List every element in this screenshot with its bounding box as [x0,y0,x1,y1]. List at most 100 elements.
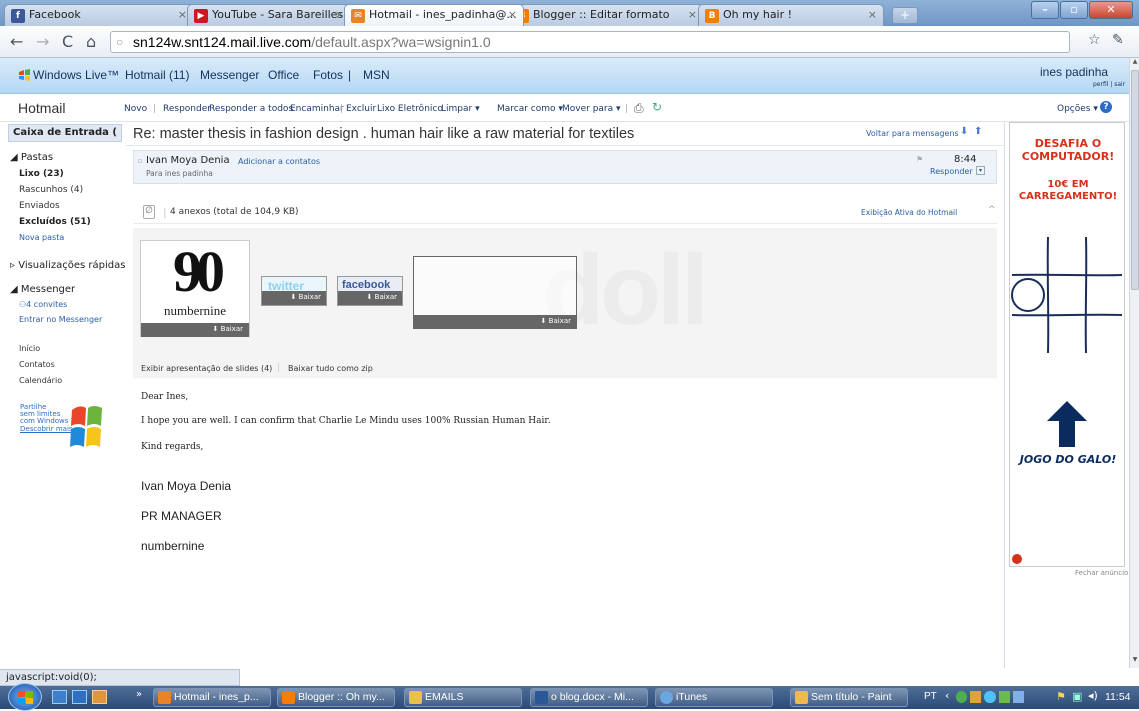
expand-icon[interactable]: ▫ [138,157,143,165]
move-to-menu[interactable]: Mover para ▾ [562,104,621,114]
address-bar[interactable]: ○ sn124w.snt124.mail.live.com/default.as… [110,31,1070,53]
junk-button[interactable]: Lixo Eletrônico [377,104,443,114]
close-icon[interactable]: × [868,8,877,21]
tab-youtube[interactable]: ▶ YouTube - Sara Bareilles ... × [187,4,351,26]
nav-fotos[interactable]: Fotos [313,68,343,82]
reply-dropdown-icon[interactable]: ▾ [976,166,985,175]
new-tab-button[interactable]: + [892,7,918,24]
mark-as-menu[interactable]: Marcar como ▾ [497,104,563,114]
link-home[interactable]: Início [19,344,40,353]
task-paint[interactable]: Sem título - Paint [790,688,908,707]
clean-menu[interactable]: Limpar ▾ [441,104,480,114]
tab-blogger-editar[interactable]: B Blogger :: Editar formato × [508,4,704,26]
tray-icon[interactable] [970,691,982,703]
options-menu[interactable]: Opções ▾ [1057,104,1098,114]
download-button[interactable]: ⬇ Baixar [338,291,402,305]
profile-links[interactable]: perfil | sair [1093,81,1125,88]
media-player-icon[interactable] [92,690,107,704]
clock[interactable]: 11:54 [1105,691,1131,703]
forward-button[interactable]: Encaminhar [290,104,344,114]
link-calendar[interactable]: Calendário [19,376,62,385]
tray-icon[interactable] [984,691,996,703]
task-hotmail[interactable]: Hotmail - ines_p... [153,688,271,707]
overflow-icon[interactable]: » [136,689,142,700]
tray-icon[interactable] [998,691,1010,703]
messenger-header[interactable]: ◢ Messenger [10,284,75,295]
sender-name[interactable]: Ivan Moya Denia [146,155,230,166]
attachment-numbernine[interactable]: 90 numbernine ⬇ Baixar [140,240,250,337]
close-icon[interactable]: × [335,8,344,21]
language-indicator[interactable]: PT [924,691,937,702]
nav-msn[interactable]: MSN [363,68,390,82]
close-ad-link[interactable]: Fechar anúncio [1075,569,1128,577]
print-icon[interactable]: ⎙ [634,101,644,116]
start-button[interactable] [8,683,42,711]
folders-header[interactable]: ◢ Pastas [10,152,53,163]
download-button[interactable]: ⬇ Baixar [141,323,249,337]
refresh-icon[interactable]: ↻ [652,100,662,114]
tray-expand-icon[interactable]: ‹ [945,689,949,702]
new-button[interactable]: Novo [124,104,147,114]
ad-info-icon[interactable] [1012,554,1022,564]
close-icon[interactable]: × [178,8,187,21]
tab-hotmail[interactable]: ✉ Hotmail - ines_padinha@... × [344,4,524,26]
page-scrollbar[interactable]: ▲ ▼ [1129,58,1139,668]
folder-deleted[interactable]: Excluídos (51) [19,217,91,227]
windows7-promo[interactable]: Partilhe sem limites com Windows 7 Desco… [20,404,115,456]
folder-drafts[interactable]: Rascunhos (4) [19,185,83,195]
delete-button[interactable]: Excluir [346,104,376,114]
show-desktop-icon[interactable] [52,690,67,704]
attachment-twitter[interactable]: twitter ⬇ Baixar [261,276,327,306]
reload-button[interactable]: C [62,32,73,51]
user-name[interactable]: ines padinha [1040,65,1108,79]
folder-sent[interactable]: Enviados [19,201,60,211]
forward-button[interactable]: → [36,32,49,51]
arrow-down-icon[interactable]: ⬇ [960,126,968,137]
nav-messenger[interactable]: Messenger [200,68,259,82]
download-button[interactable]: ⬇ Baixar [262,291,326,305]
reply-link[interactable]: Responder [930,167,973,176]
messenger-invites[interactable]: ⚇4 convites [19,300,67,309]
download-button[interactable]: ⬇ Baixar [414,315,576,329]
attachment-doll[interactable]: ⬇ Baixar [413,256,577,329]
slideshow-link[interactable]: Exibir apresentação de slides (4) [141,364,272,373]
tray-icon[interactable] [1012,691,1025,703]
quick-views-header[interactable]: ▹ Visualizações rápidas [10,260,125,271]
home-icon[interactable]: ⌂ [86,32,96,51]
nav-office[interactable]: Office [268,68,299,82]
wrench-icon[interactable]: ✎ [1112,32,1124,48]
explorer-icon[interactable] [72,690,87,704]
new-folder-link[interactable]: Nova pasta [19,233,64,242]
minimize-button[interactable]: – [1031,1,1059,19]
collapse-icon[interactable]: ^ [988,205,996,215]
close-icon[interactable]: × [508,8,517,21]
windows-live-brand[interactable]: Windows Live™ [33,68,119,82]
monitor-icon[interactable]: ▣ [1072,690,1082,703]
tray-icon[interactable] [956,691,968,703]
task-word[interactable]: o blog.docx - Mi... [530,688,648,707]
inbox-folder[interactable]: Caixa de Entrada ( [8,124,122,142]
reply-all-button[interactable]: Responder a todos [209,104,293,114]
task-itunes[interactable]: iTunes [655,688,773,707]
tab-facebook[interactable]: f Facebook × [4,4,194,26]
ad-banner[interactable]: DESAFIA O COMPUTADOR! 10€ EM CARREGAMENT… [1009,122,1125,567]
nav-hotmail[interactable]: Hotmail (11) [125,68,189,82]
close-window-button[interactable]: ✕ [1089,1,1133,19]
star-icon[interactable]: ☆ [1088,32,1101,48]
download-zip-link[interactable]: Baixar tudo como zip [288,364,373,373]
task-emails[interactable]: EMAILS [404,688,522,707]
scroll-thumb[interactable] [1131,70,1139,290]
active-view-link[interactable]: Exibição Ativa do Hotmail [861,208,957,217]
reply-button[interactable]: Responder [163,104,211,114]
volume-icon[interactable]: ◂) [1088,689,1098,702]
task-blogger[interactable]: Blogger :: Oh my... [277,688,395,707]
attachment-facebook[interactable]: facebook ⬇ Baixar [337,276,403,306]
flag-icon[interactable]: ⚑ [916,155,923,164]
help-icon[interactable]: ? [1100,101,1112,113]
tab-oh-my-hair[interactable]: B Oh my hair ! × [698,4,884,26]
folder-trash[interactable]: Lixo (23) [19,169,64,179]
add-contact-link[interactable]: Adicionar a contatos [238,157,320,166]
maximize-button[interactable]: ▫ [1060,1,1088,19]
back-to-messages-link[interactable]: Voltar para mensagens [866,129,959,138]
close-icon[interactable]: × [688,8,697,21]
